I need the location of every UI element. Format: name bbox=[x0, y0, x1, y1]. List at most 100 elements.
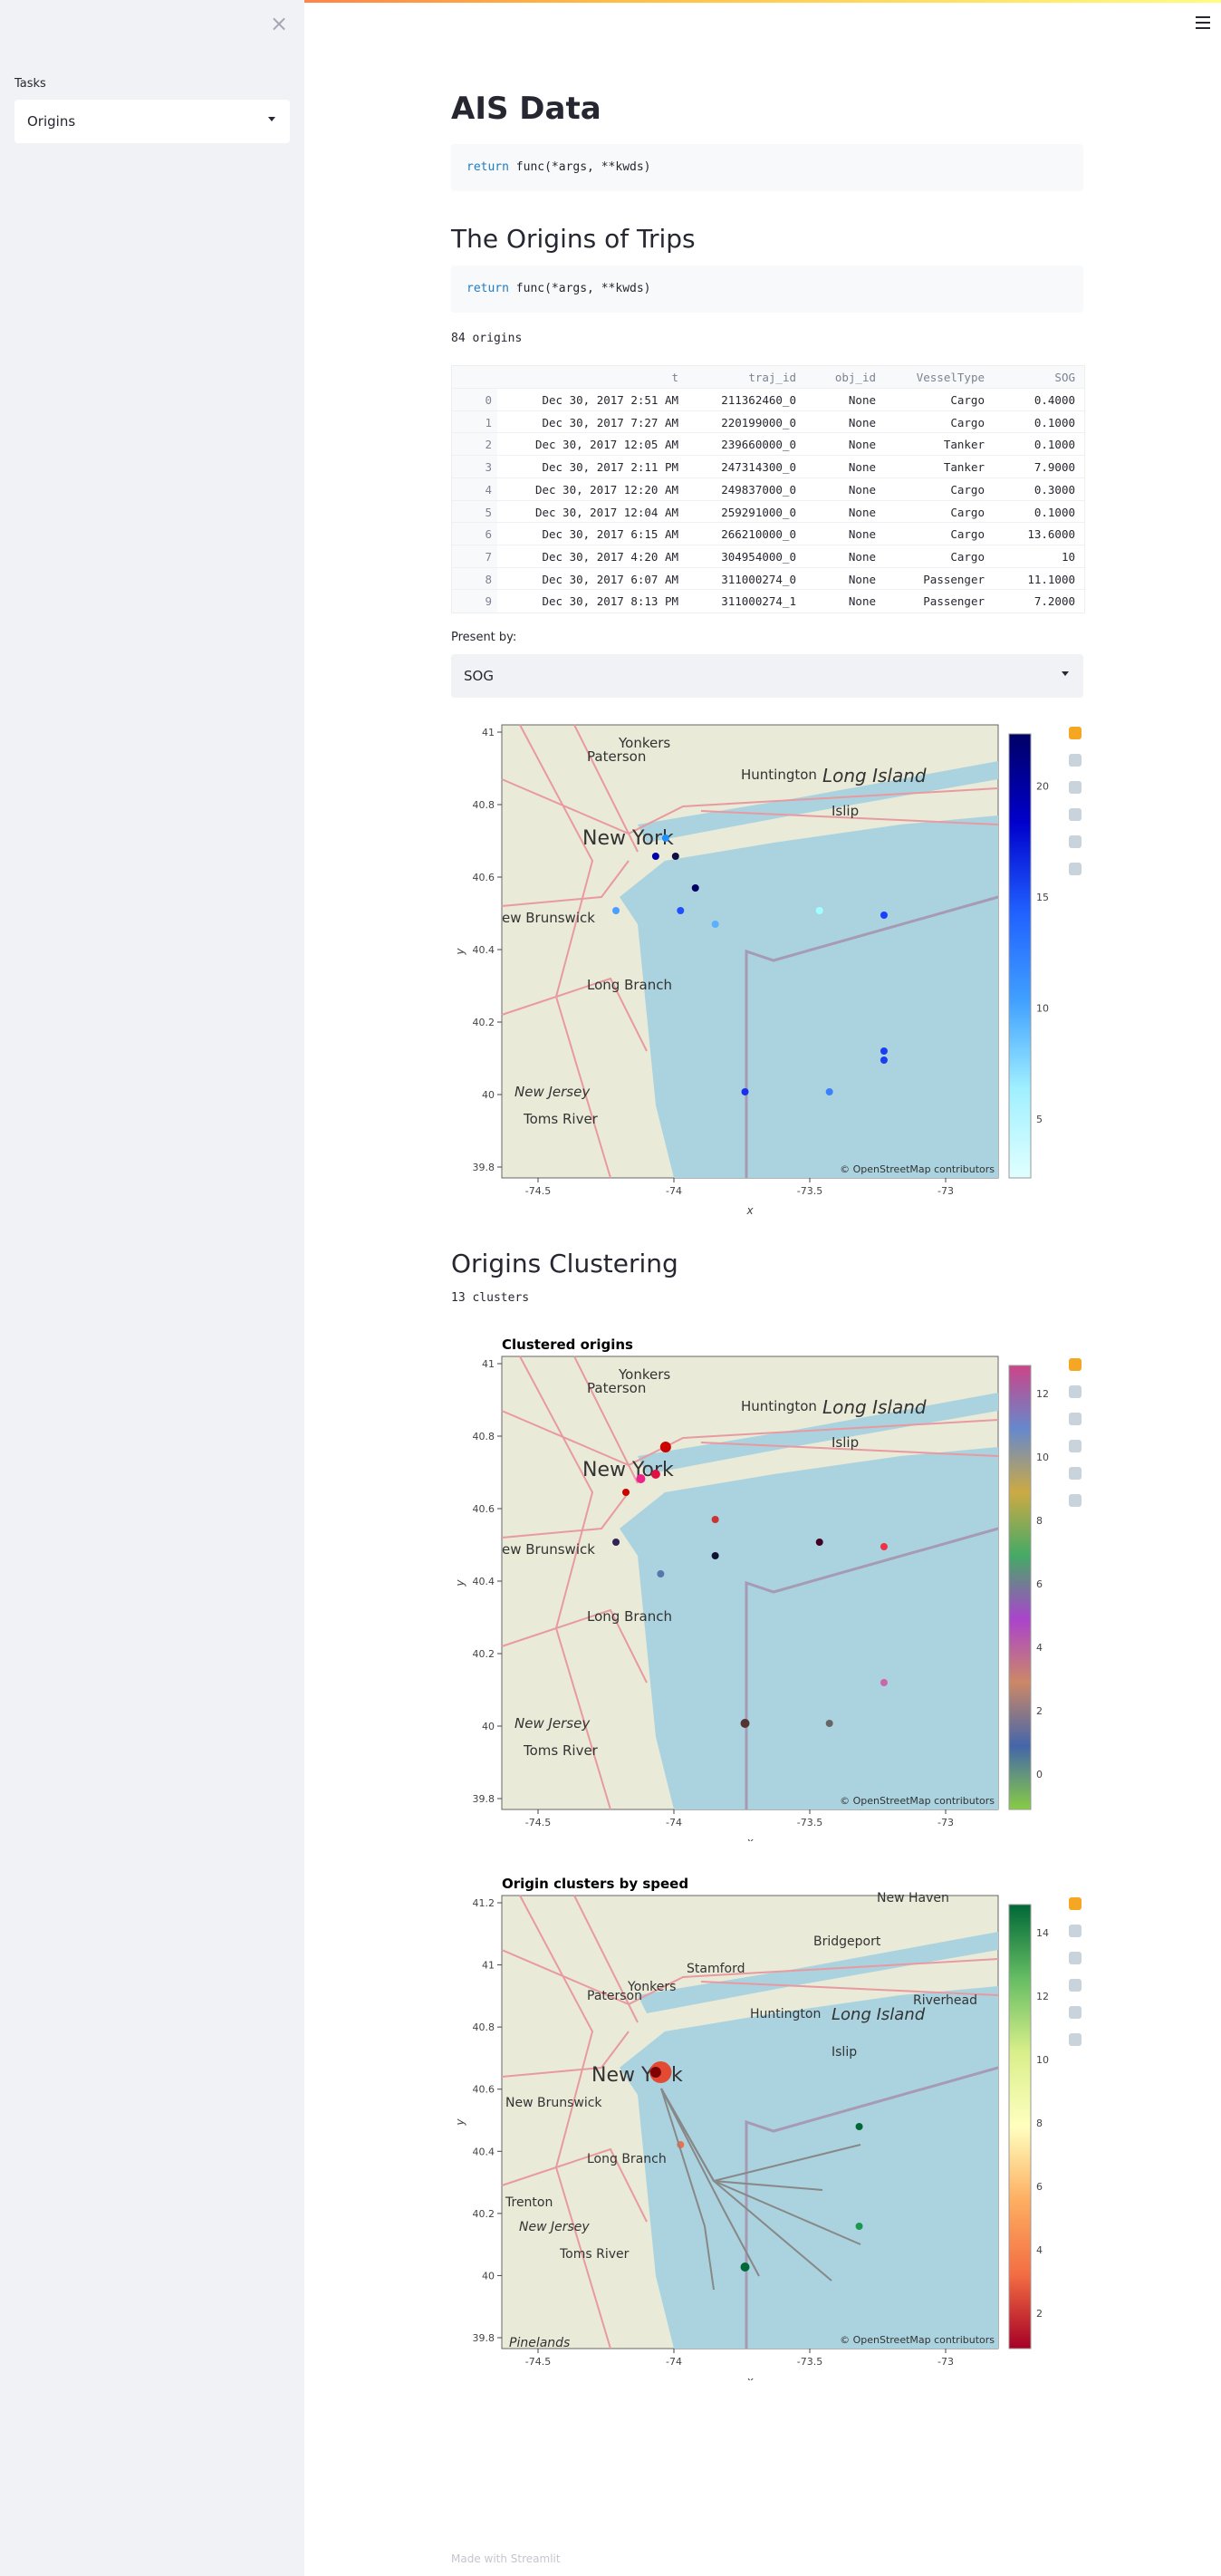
data-point bbox=[711, 1552, 719, 1559]
row-index: 3 bbox=[485, 460, 492, 475]
table-cell: None bbox=[848, 505, 876, 519]
table-row[interactable]: 6 Dec 30, 2017 6:15 AM 266210000_0 None Carg… bbox=[452, 522, 1084, 545]
y-tick-label: 40.6 bbox=[473, 1503, 495, 1515]
table-row[interactable]: 0 Dec 30, 2017 2:51 AM 211362460_0 None Carg… bbox=[452, 388, 1084, 410]
map-place-label: New Brunswick bbox=[505, 2096, 602, 2110]
close-sidebar-icon[interactable]: × bbox=[268, 13, 290, 34]
tasks-label: Tasks bbox=[14, 77, 46, 91]
hover-icon[interactable] bbox=[1069, 2033, 1082, 2046]
box-zoom-icon[interactable] bbox=[1069, 1413, 1082, 1425]
present-by-select[interactable]: SOG bbox=[451, 654, 1083, 698]
data-point bbox=[711, 1516, 719, 1523]
origins-dataframe[interactable]: t traj_id obj_id VesselType SOG 0 Dec 30,… bbox=[451, 365, 1085, 613]
map-place-label: Huntington bbox=[750, 2007, 821, 2021]
x-tick-label: -73.5 bbox=[797, 1185, 822, 1197]
table-row[interactable]: 5 Dec 30, 2017 12:04 AM 259291000_0 None Car… bbox=[452, 499, 1084, 523]
table-cell: 0.3000 bbox=[1034, 482, 1075, 497]
bokeh-logo-icon[interactable] bbox=[1069, 1897, 1082, 1910]
y-tick-label: 40.8 bbox=[473, 799, 495, 811]
reset-icon[interactable] bbox=[1069, 2006, 1082, 2019]
colorbar-tick-label: 14 bbox=[1036, 1927, 1049, 1939]
table-cell: Cargo bbox=[950, 549, 985, 564]
table-cell: None bbox=[848, 415, 876, 429]
y-tick-label: 39.8 bbox=[473, 2332, 495, 2344]
code-block: return func(*args, **kwds) bbox=[451, 265, 1083, 313]
page-title: AIS Data bbox=[451, 91, 601, 127]
column-header[interactable]: VesselType bbox=[876, 371, 985, 384]
hover-icon[interactable] bbox=[1069, 1494, 1082, 1507]
table-cell: 11.1000 bbox=[1027, 572, 1075, 586]
hamburger-menu-icon[interactable] bbox=[1196, 16, 1210, 29]
map-place-label: Bridgeport bbox=[813, 1934, 881, 1949]
wheel-zoom-icon[interactable] bbox=[1069, 808, 1082, 821]
table-cell: 311000274_0 bbox=[721, 572, 796, 586]
box-zoom-icon[interactable] bbox=[1069, 781, 1082, 794]
map-place-label: Toms River bbox=[523, 1111, 599, 1127]
map-place-label: ew Brunswick bbox=[502, 1541, 595, 1558]
pan-icon[interactable] bbox=[1069, 1925, 1082, 1937]
y-tick-label: 40.2 bbox=[473, 1017, 495, 1028]
map-place-label: Huntington bbox=[741, 1398, 817, 1414]
data-point bbox=[815, 1539, 823, 1546]
bokeh-logo-icon[interactable] bbox=[1069, 727, 1082, 739]
map-attribution: © OpenStreetMap contributors bbox=[840, 1163, 995, 1175]
table-row[interactable]: 2 Dec 30, 2017 12:05 AM 239660000_0 None Tan… bbox=[452, 432, 1084, 455]
table-cell: None bbox=[848, 527, 876, 542]
y-tick-label: 40.6 bbox=[473, 872, 495, 883]
data-point bbox=[657, 1570, 665, 1577]
column-header[interactable]: traj_id bbox=[678, 371, 796, 384]
data-point bbox=[671, 853, 679, 860]
map-place-label: Long Branch bbox=[587, 2152, 667, 2166]
table-row[interactable]: 4 Dec 30, 2017 12:20 AM 249837000_0 None Car… bbox=[452, 477, 1084, 500]
data-point bbox=[855, 2223, 863, 2230]
x-tick-label: -74.5 bbox=[525, 1817, 551, 1828]
column-header[interactable]: obj_id bbox=[796, 371, 876, 384]
table-row[interactable]: 1 Dec 30, 2017 7:27 AM 220199000_0 None Carg… bbox=[452, 410, 1084, 433]
colorbar bbox=[1008, 733, 1032, 1179]
clustered-origins-plot[interactable]: PatersonYonkersHuntington Long IslandNew … bbox=[451, 1325, 1085, 1841]
table-row[interactable]: 8 Dec 30, 2017 6:07 AM 311000274_0 None Pass… bbox=[452, 566, 1084, 590]
wheel-zoom-icon[interactable] bbox=[1069, 1979, 1082, 1992]
ocean-area bbox=[620, 1447, 998, 1809]
origin-clusters-speed-plot[interactable]: New HavenBridgeportStamfordPatersonYonke… bbox=[451, 1864, 1085, 2380]
colorbar-tick-label: 6 bbox=[1036, 1578, 1043, 1590]
table-row[interactable]: 3 Dec 30, 2017 2:11 PM 247314300_0 None Tank… bbox=[452, 455, 1084, 478]
column-header[interactable]: t bbox=[497, 371, 678, 384]
map-place-label: Pinelands bbox=[509, 2336, 570, 2350]
box-zoom-icon[interactable] bbox=[1069, 1952, 1082, 1964]
column-header[interactable]: SOG bbox=[985, 371, 1075, 384]
x-axis-label: x bbox=[745, 1204, 754, 1214]
map-place-label: New Jersey bbox=[514, 1715, 591, 1732]
table-row[interactable]: 7 Dec 30, 2017 4:20 AM 304954000_0 None Carg… bbox=[452, 544, 1084, 567]
data-point bbox=[825, 1088, 833, 1095]
wheel-zoom-icon[interactable] bbox=[1069, 1440, 1082, 1452]
present-by-value: SOG bbox=[464, 668, 494, 684]
data-point bbox=[661, 835, 669, 842]
map-attribution: © OpenStreetMap contributors bbox=[840, 2334, 995, 2346]
x-tick-label: -74.5 bbox=[525, 1185, 551, 1197]
sog-map-plot[interactable]: PatersonYonkersHuntington Long IslandNew … bbox=[451, 716, 1085, 1214]
footer-text[interactable]: Made with Streamlit bbox=[451, 2552, 561, 2565]
row-index: 9 bbox=[485, 594, 492, 609]
reset-icon[interactable] bbox=[1069, 1467, 1082, 1480]
table-cell: 10 bbox=[1061, 549, 1075, 564]
pan-icon[interactable] bbox=[1069, 754, 1082, 767]
bokeh-logo-icon[interactable] bbox=[1069, 1358, 1082, 1371]
colorbar-tick-label: 4 bbox=[1036, 2244, 1043, 2256]
map-place-label: Long Island bbox=[832, 2005, 926, 2024]
map-place-label: Islip bbox=[832, 803, 859, 819]
x-axis-label: x bbox=[745, 2375, 754, 2380]
reset-icon[interactable] bbox=[1069, 835, 1082, 848]
pan-icon[interactable] bbox=[1069, 1385, 1082, 1398]
code-keyword: return bbox=[466, 160, 509, 174]
clusters-count: 13 clusters bbox=[451, 1291, 530, 1305]
table-cell: None bbox=[848, 438, 876, 452]
hover-icon[interactable] bbox=[1069, 863, 1082, 875]
table-cell: 239660000_0 bbox=[721, 438, 796, 452]
data-point bbox=[622, 1489, 630, 1496]
y-tick-label: 40.8 bbox=[473, 1431, 495, 1442]
map-place-label: Toms River bbox=[523, 1742, 599, 1759]
tasks-select[interactable]: Origins bbox=[14, 100, 290, 143]
map-place-label: Stamford bbox=[687, 1962, 745, 1976]
table-row[interactable]: 9 Dec 30, 2017 8:13 PM 311000274_1 None Pass… bbox=[452, 589, 1084, 612]
